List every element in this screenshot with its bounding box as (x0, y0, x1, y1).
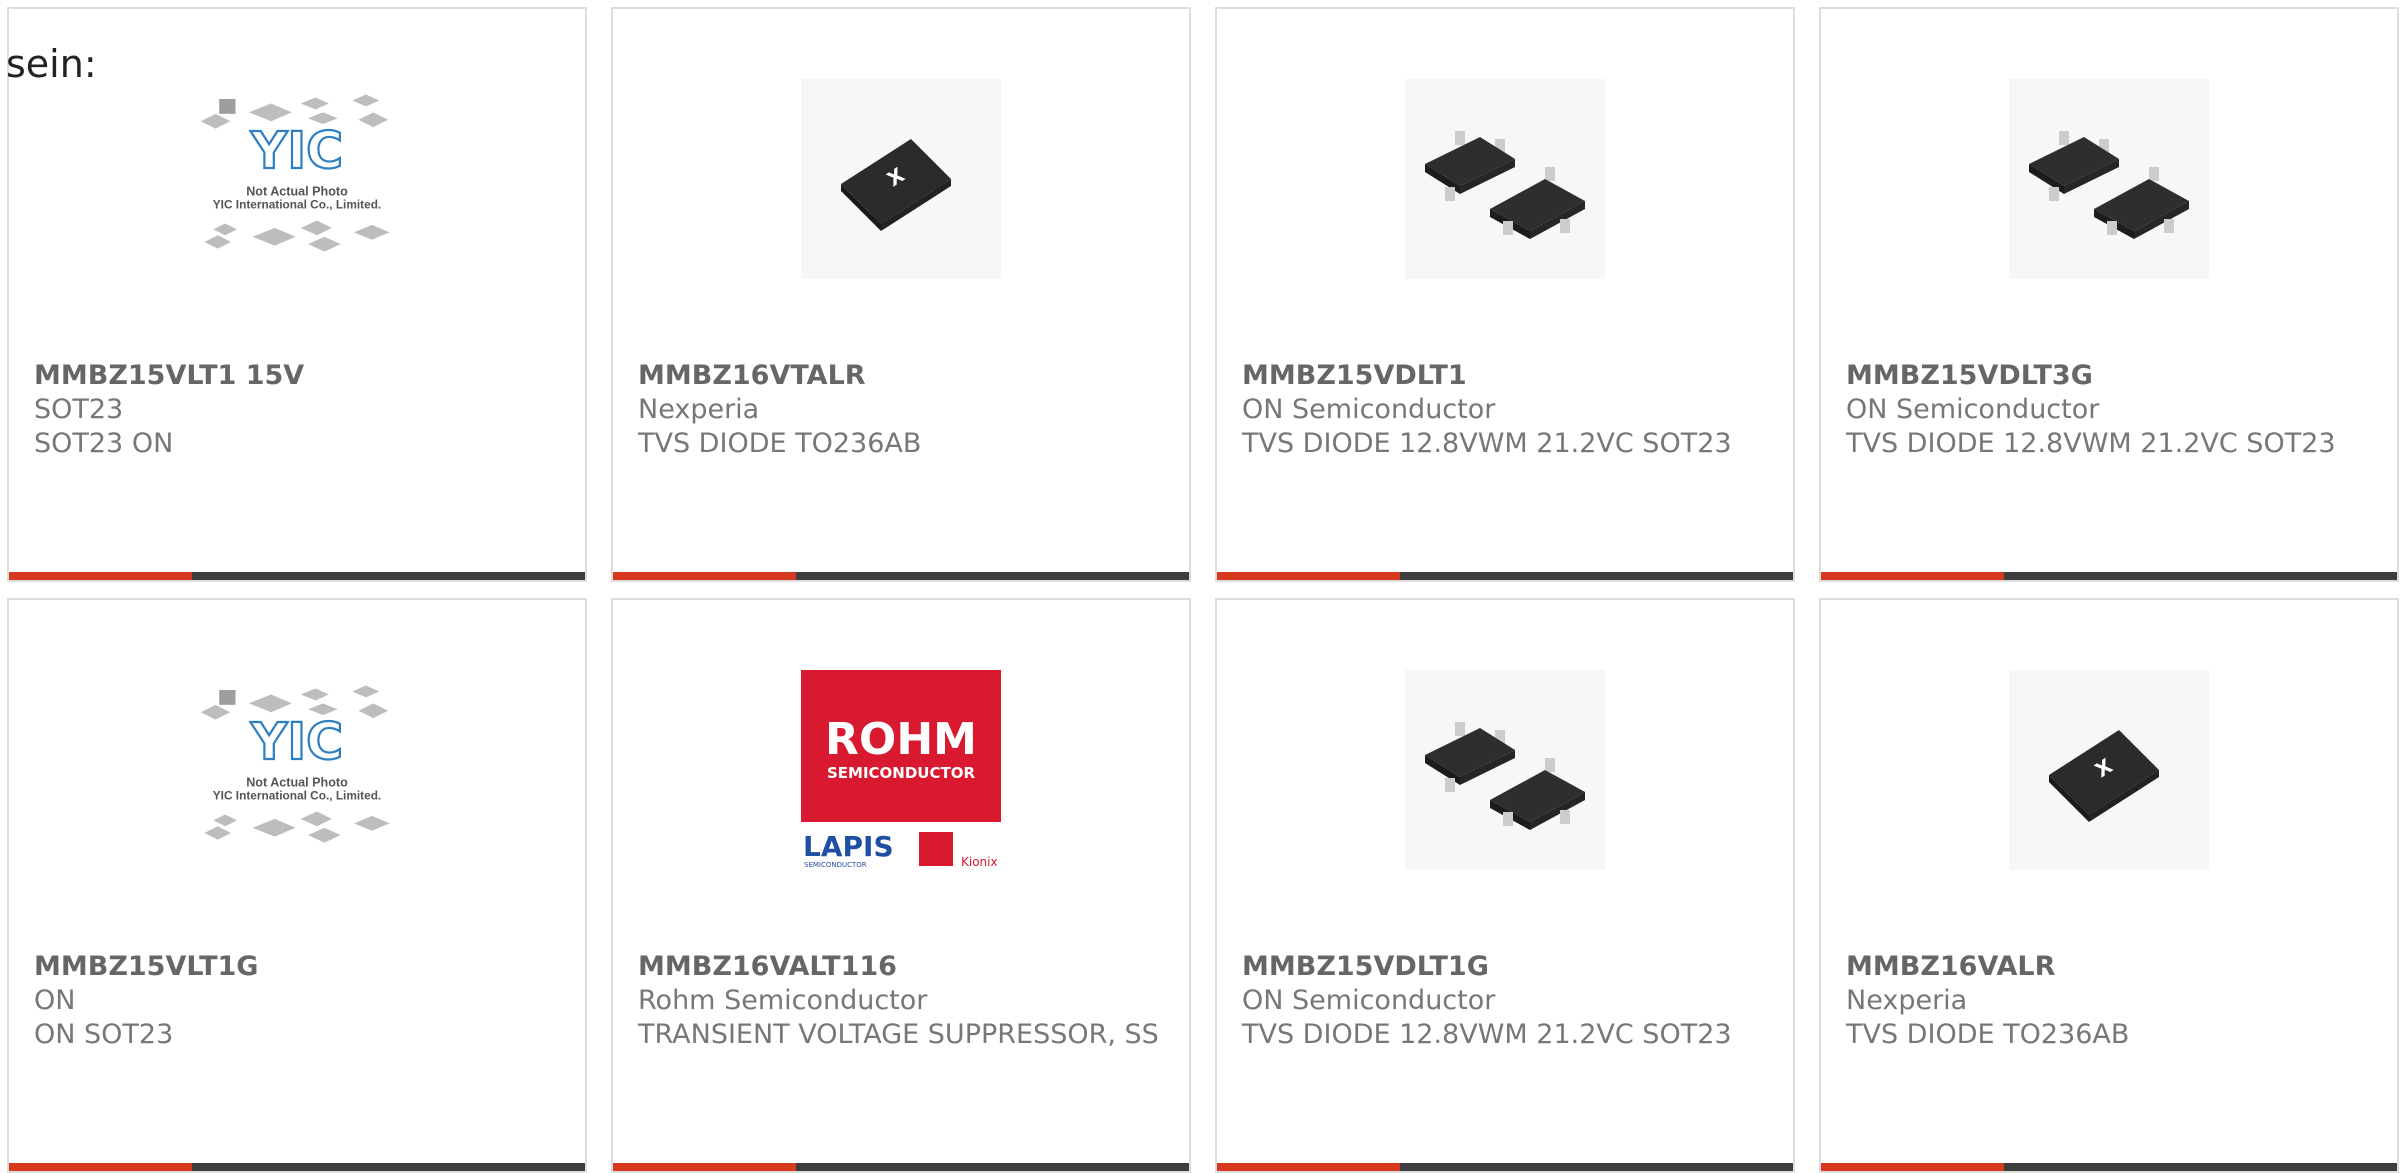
card-bottom-bar (9, 1163, 585, 1171)
product-title[interactable]: MMBZ16VTALR (638, 359, 866, 393)
product-title[interactable]: MMBZ15VDLT1G (1242, 950, 1489, 984)
card-bar-accent (1217, 572, 1400, 580)
not-actual-photo-image: YIC Not Actual Photo YIC International C… (200, 685, 390, 843)
product-image[interactable]: YIC Not Actual Photo YIC International C… (197, 79, 397, 279)
card-bar-accent (613, 1163, 796, 1171)
product-title[interactable]: MMBZ16VALR (1846, 950, 2055, 984)
svg-text:SEMICONDUCTOR: SEMICONDUCTOR (804, 861, 867, 869)
product-card[interactable]: YIC Not Actual Photo YIC International C… (7, 598, 587, 1173)
product-description: ON SOT23 (34, 1019, 174, 1050)
card-bottom-bar (1217, 1163, 1793, 1171)
sot23-chip-pair-image (2009, 79, 2209, 279)
intro-text: sein: (6, 42, 97, 86)
svg-text:Not Actual Photo: Not Actual Photo (246, 775, 348, 789)
product-card[interactable]: MMBZ15VDLT3G ON Semiconductor TVS DIODE … (1819, 7, 2399, 582)
card-bar-accent (1821, 1163, 2004, 1171)
card-bottom-bar (1821, 572, 2397, 580)
svg-text:YIC International Co., Limited: YIC International Co., Limited. (213, 789, 381, 803)
card-bottom-bar (9, 572, 585, 580)
product-description: SOT23 ON (34, 428, 174, 459)
product-manufacturer: ON Semiconductor (1846, 394, 2100, 425)
product-card[interactable]: X MMBZ16VTALR Nexperia TVS DIODE TO236AB (611, 7, 1191, 582)
svg-text:ROHM: ROHM (825, 714, 977, 765)
svg-text:Kionix: Kionix (961, 855, 998, 869)
product-title[interactable]: MMBZ15VLT1 15V (34, 359, 304, 393)
svg-text:YIC International Co., Limited: YIC International Co., Limited. (213, 198, 381, 212)
svg-text:LAPIS: LAPIS (803, 830, 894, 863)
svg-text:SEMICONDUCTOR: SEMICONDUCTOR (827, 764, 975, 782)
product-description: TVS DIODE 12.8VWM 21.2VC SOT23 (1846, 428, 2336, 459)
sot23-chip-pair-image (1405, 79, 1605, 279)
not-actual-photo-image: YIC Not Actual Photo YIC International C… (200, 94, 390, 252)
card-bottom-bar (1217, 572, 1793, 580)
product-description: TVS DIODE 12.8VWM 21.2VC SOT23 (1242, 428, 1732, 459)
sot23-chip-pair-image (1405, 670, 1605, 870)
card-bar-accent (1217, 1163, 1400, 1171)
product-title[interactable]: MMBZ15VDLT3G (1846, 359, 2093, 393)
product-image[interactable] (1405, 79, 1605, 279)
product-image[interactable] (1405, 670, 1605, 870)
product-card[interactable]: X MMBZ16VALR Nexperia TVS DIODE TO236AB (1819, 598, 2399, 1173)
product-manufacturer: Rohm Semiconductor (638, 985, 928, 1016)
product-image[interactable] (2009, 79, 2209, 279)
card-bar-accent (9, 1163, 192, 1171)
svg-text:YIC: YIC (250, 121, 343, 180)
product-description: TVS DIODE TO236AB (1846, 1019, 2130, 1050)
product-card[interactable]: MMBZ15VDLT1 ON Semiconductor TVS DIODE 1… (1215, 7, 1795, 582)
rohm-logo-image: ROHM SEMICONDUCTOR LAPIS SEMICONDUCTOR K… (801, 670, 1001, 869)
card-bottom-bar (613, 1163, 1189, 1171)
product-title[interactable]: MMBZ15VDLT1 (1242, 359, 1467, 393)
card-bar-accent (613, 572, 796, 580)
product-description: TVS DIODE 12.8VWM 21.2VC SOT23 (1242, 1019, 1732, 1050)
svg-text:Not Actual Photo: Not Actual Photo (246, 184, 348, 198)
product-image[interactable]: X (801, 79, 1001, 279)
card-bottom-bar (613, 572, 1189, 580)
product-manufacturer: Nexperia (1846, 985, 1968, 1016)
product-manufacturer: SOT23 (34, 394, 124, 425)
product-title[interactable]: MMBZ16VALT116 (638, 950, 897, 984)
product-card[interactable]: MMBZ15VDLT1G ON Semiconductor TVS DIODE … (1215, 598, 1795, 1173)
product-card[interactable]: ROHM SEMICONDUCTOR LAPIS SEMICONDUCTOR K… (611, 598, 1191, 1173)
sot23-chip-image: X (801, 79, 1001, 279)
product-manufacturer: ON Semiconductor (1242, 394, 1496, 425)
card-bottom-bar (1821, 1163, 2397, 1171)
card-bar-accent (9, 572, 192, 580)
product-image[interactable]: X (2009, 670, 2209, 870)
product-description: TVS DIODE TO236AB (638, 428, 922, 459)
product-manufacturer: ON (34, 985, 76, 1016)
card-bar-accent (1821, 572, 2004, 580)
product-image[interactable]: YIC Not Actual Photo YIC International C… (197, 670, 397, 870)
product-manufacturer: ON Semiconductor (1242, 985, 1496, 1016)
sot23-chip-image: X (2009, 670, 2209, 870)
product-image[interactable]: ROHM SEMICONDUCTOR LAPIS SEMICONDUCTOR K… (801, 670, 1001, 870)
product-description: TRANSIENT VOLTAGE SUPPRESSOR, SS (638, 1019, 1159, 1050)
product-manufacturer: Nexperia (638, 394, 760, 425)
product-card[interactable]: YIC Not Actual Photo YIC International C… (7, 7, 587, 582)
svg-text:YIC: YIC (250, 712, 343, 771)
product-title[interactable]: MMBZ15VLT1G (34, 950, 258, 984)
